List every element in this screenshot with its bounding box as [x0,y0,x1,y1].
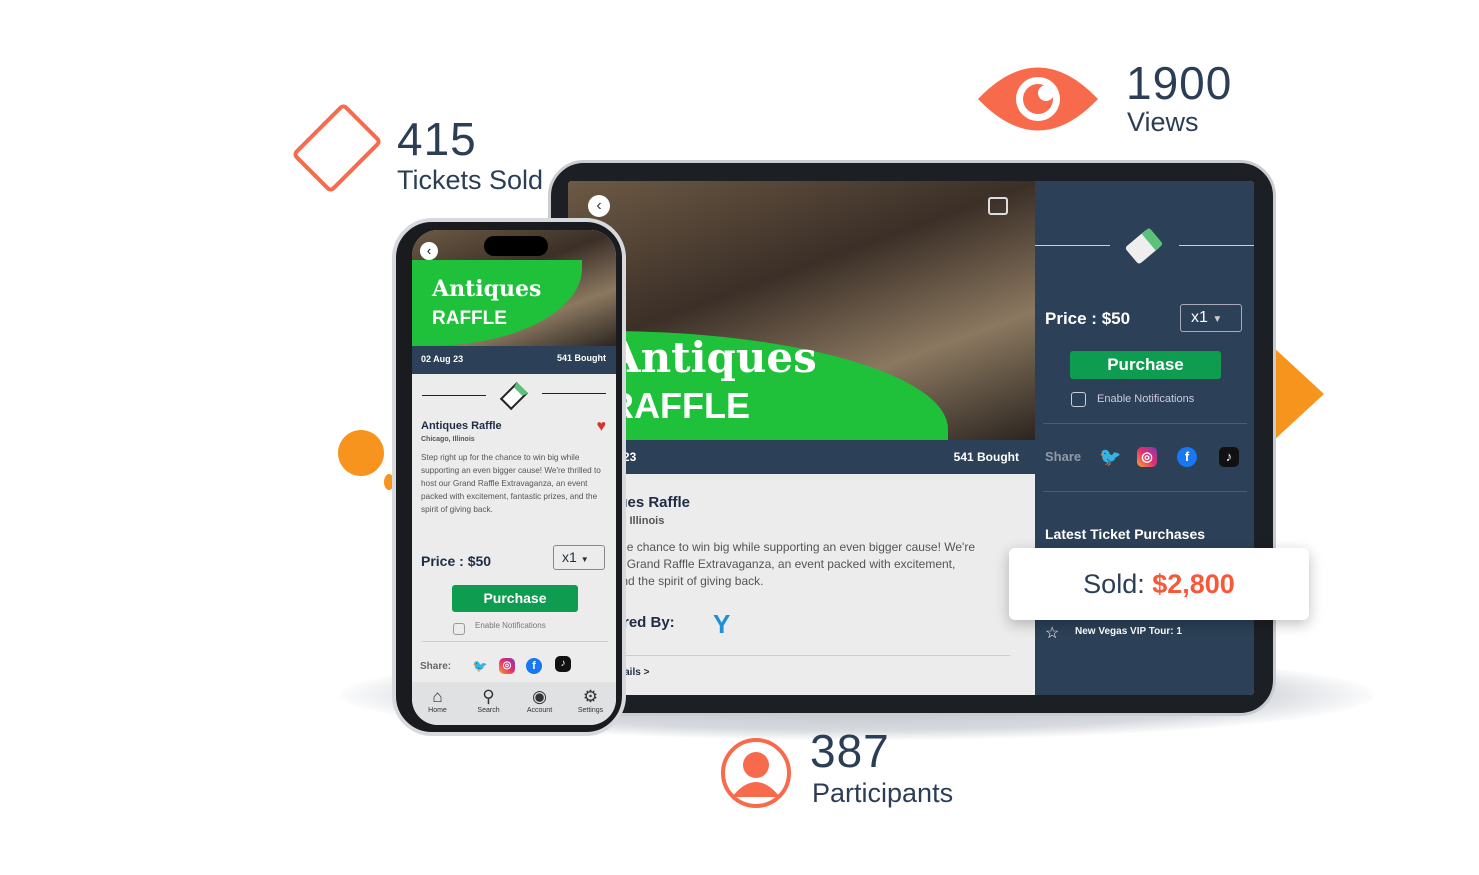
tiktok-icon[interactable]: ♪ [555,656,571,672]
search-icon: ⚲ [482,687,495,706]
quantity-select[interactable]: x1 ▼ [553,545,605,570]
nav-home[interactable]: ⌂ Home [414,687,462,725]
event-location: Chicago, Illinois [421,436,475,443]
dynamic-island [484,236,548,256]
nav-settings[interactable]: ⚙ Settings [567,687,615,725]
event-description: Step right up for the chance to win big … [568,540,976,588]
chevron-down-icon: ▼ [1212,314,1223,325]
tiktok-icon[interactable]: ♪ [1219,447,1239,467]
notifications-checkbox[interactable] [453,623,465,635]
account-icon: ◉ [532,687,547,706]
home-icon: ⌂ [432,687,443,706]
user-icon [721,738,791,808]
event-description: Step right up for the chance to win big … [421,453,601,514]
nav-label: Settings [577,707,604,714]
divider [1035,245,1110,246]
ticket-icon [499,381,529,411]
favorite-heart-icon[interactable]: ♥ [597,418,607,436]
sponsor-ymca-logo[interactable]: Y [713,609,730,640]
divider [1043,423,1247,424]
divider [588,655,1010,656]
settings-icon: ⚙ [582,687,599,706]
quantity-select[interactable]: x1 ▼ [1180,304,1242,332]
purchase-button[interactable]: Purchase [452,585,578,612]
nav-label: Account [526,707,553,714]
tickets-sold-label: Tickets Sold [397,165,544,195]
quantity-value: x1 [562,549,577,565]
divider [422,641,608,642]
eye-icon [978,67,1098,131]
quantity-value: x1 [1191,309,1208,326]
back-button[interactable]: ‹ [420,242,438,260]
bottom-nav: ⌂ Home ⚲ Search ◉ Account ⚙ Settings [412,682,616,725]
event-title-caps: RAFFLE [608,385,750,426]
event-title-script: Antiques [432,276,542,302]
facebook-icon[interactable]: f [526,658,542,674]
divider [542,393,606,394]
twitter-icon[interactable]: 🐦 [472,658,488,674]
participants-label: Participants [812,778,954,808]
notifications-checkbox[interactable] [1071,392,1086,407]
sold-value: $2,800 [1152,569,1235,599]
divider [422,395,486,396]
back-button[interactable]: ‹ [588,195,610,217]
orange-triangle [1272,346,1324,442]
tickets-sold-value: 415 [397,113,477,165]
event-info-bar: 02 Aug 23 541 Bought [412,346,616,374]
nav-label: Search [477,707,500,714]
event-title-caps: RAFFLE [432,308,507,329]
share-label: Share: [420,661,452,672]
nav-label: Home [428,707,447,714]
bought-count: 541 Bought [556,353,606,363]
phone-screen: ‹ Antiques RAFFLE 02 Aug 23 541 Bought A… [412,230,616,725]
share-label: Share [1045,449,1082,464]
chat-icon[interactable] [988,197,1008,215]
orange-dot [338,430,384,476]
instagram-icon[interactable]: ◎ [1137,447,1157,467]
participants-value: 387 [810,725,890,777]
views-value: 1900 [1126,57,1233,109]
event-date: 02 Aug 23 [421,354,464,364]
event-title-script: Antiques [608,333,817,382]
views-label: Views [1127,107,1199,137]
twitter-icon[interactable]: 🐦 [1099,447,1121,467]
price-label: Price : $50 [421,553,492,569]
divider [1043,491,1247,492]
facebook-icon[interactable]: f [1177,447,1197,467]
star-icon: ☆ [1045,625,1060,642]
purchase-button[interactable]: Purchase [1070,351,1221,379]
divider [1179,245,1254,246]
notifications-label: Enable Notifications [475,621,546,630]
latest-purchases-heading: Latest Ticket Purchases [1045,526,1206,542]
latest-purchase-item: New Vegas VIP Tour: 1 [1075,626,1182,637]
chevron-down-icon: ▼ [580,555,589,564]
bought-count: 541 Bought [953,450,1019,464]
price-label: Price : $50 [1045,309,1131,328]
ticket-icon [1124,227,1164,265]
instagram-icon[interactable]: ◎ [499,658,515,674]
event-info-bar: 02 Aug 23 541 Bought [568,440,1035,474]
nav-search[interactable]: ⚲ Search [465,687,513,725]
event-name: Antiques Raffle [421,420,502,432]
sold-card: Sold: $2,800 [1009,548,1309,620]
sold-label: Sold: [1083,569,1145,599]
notifications-label: Enable Notifications [1097,393,1195,405]
nav-account[interactable]: ◉ Account [516,687,564,725]
ticket-icon [291,102,383,194]
